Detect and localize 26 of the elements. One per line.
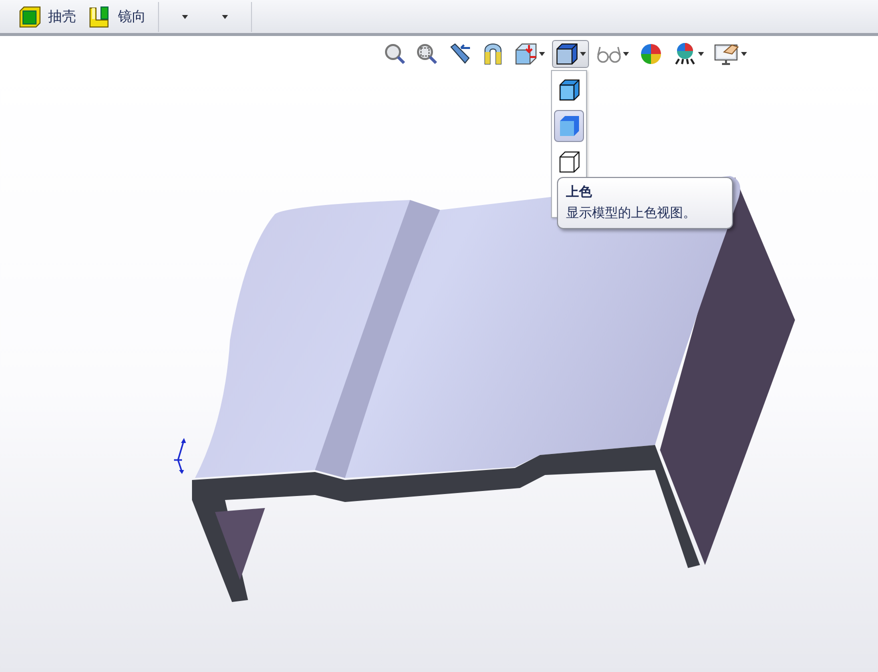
color-ball-icon [639,42,663,66]
wireframe-cube-icon [557,150,581,174]
shaded-cube-icon [557,78,581,102]
tooltip-title: 上色 [566,184,593,201]
shaded-cube-icon [557,114,581,138]
color-ball-lamps-icon [673,42,697,66]
monitor-hand-icon [714,42,740,66]
caret-icon [539,52,545,56]
tooltip-text: 显示模型的上色视图。 [566,205,697,222]
caret-icon [580,52,586,56]
section-view-icon [482,42,504,66]
caret-icon [222,14,228,18]
toolbar-button[interactable]: 镜向 [82,2,152,30]
telescope-icon [448,42,472,66]
display-style-button[interactable] [552,40,589,68]
magnifier-icon [416,43,438,65]
magnifier-icon [384,43,406,65]
toolbar-button[interactable]: 抽壳 [12,2,82,30]
shaded-cube-icon [555,42,579,66]
cube-arrow-icon [514,42,538,66]
caret-icon [623,52,629,56]
shell-icon [18,4,42,28]
caret-icon [741,52,747,56]
caret-icon [182,14,188,18]
axis-triad-icon [173,438,186,474]
caret-icon [698,52,704,56]
